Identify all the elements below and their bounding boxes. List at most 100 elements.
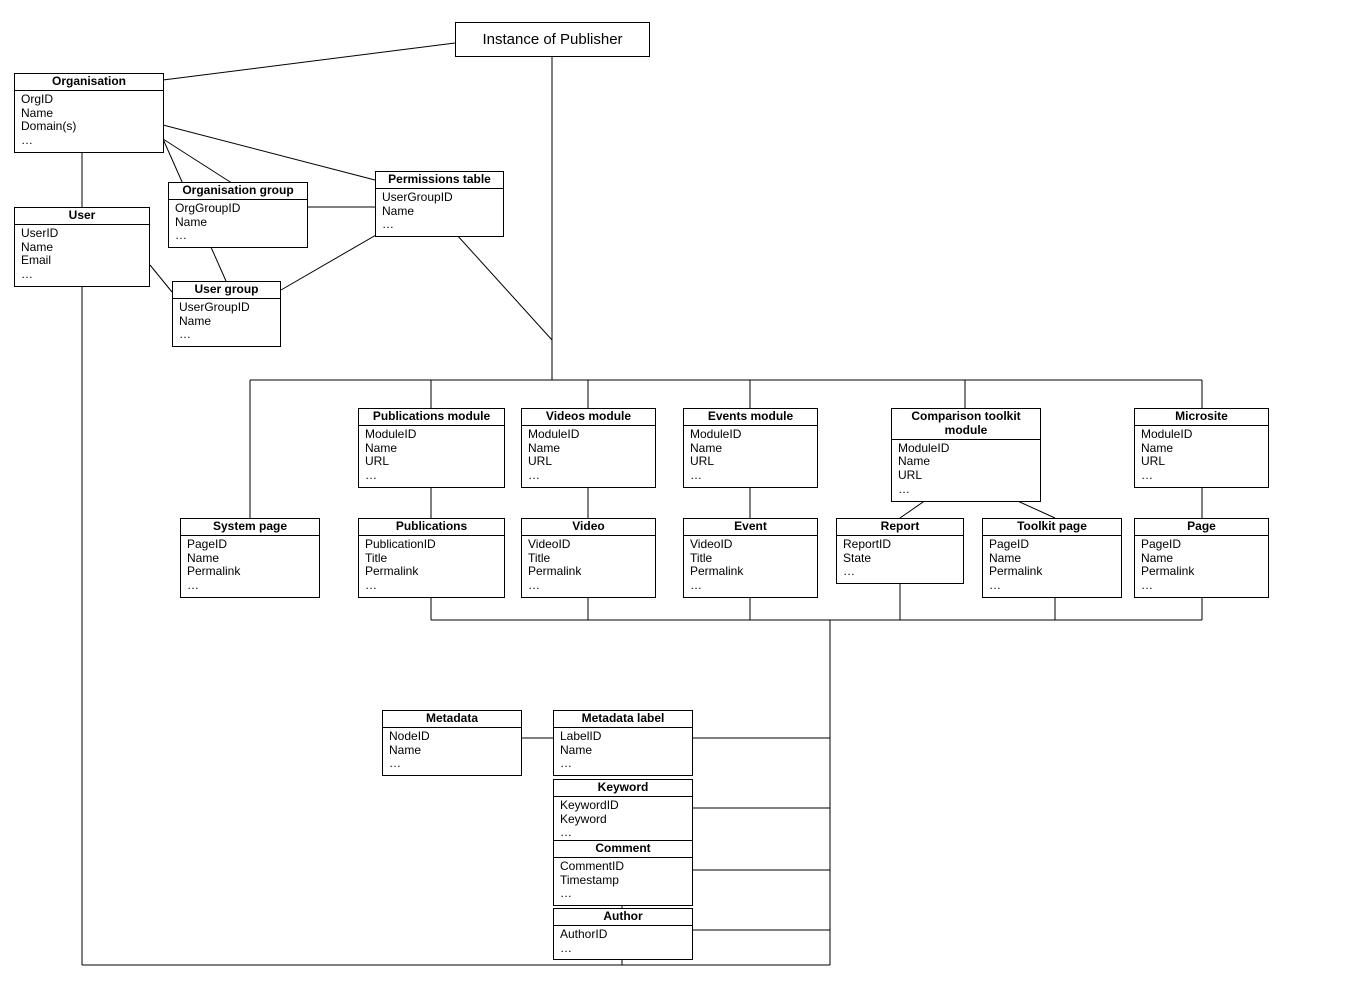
entity-title: Comment (554, 841, 692, 858)
entity-attr: Name (560, 744, 686, 758)
root-instance-box: Instance of Publisher (455, 22, 650, 57)
entity-metadata-label: Metadata label LabelID Name … (553, 710, 693, 776)
entity-attr: KeywordID (560, 799, 686, 813)
entity-attr: … (528, 469, 649, 483)
entity-attr: Permalink (187, 565, 313, 579)
entity-attr: Permalink (365, 565, 498, 579)
entity-attr: Name (21, 241, 143, 255)
entity-attr: … (21, 134, 157, 148)
entity-attr: Name (1141, 442, 1262, 456)
entity-attr: … (560, 942, 686, 956)
entity-attr: ModuleID (898, 442, 1034, 456)
entity-attr: Name (382, 205, 497, 219)
entity-attr: … (989, 579, 1115, 593)
entity-attr: Title (690, 552, 811, 566)
root-label: Instance of Publisher (482, 31, 622, 48)
entity-events-module: Events module ModuleID Name URL … (683, 408, 818, 488)
entity-attr: … (560, 757, 686, 771)
entity-page: Page PageID Name Permalink … (1134, 518, 1269, 598)
entity-attr: NodeID (389, 730, 515, 744)
entity-attr: Name (187, 552, 313, 566)
entity-attr: … (1141, 579, 1262, 593)
entity-attr: UserID (21, 227, 143, 241)
entity-attr: Domain(s) (21, 120, 157, 134)
entity-attr: … (365, 579, 498, 593)
entity-attr: Name (389, 744, 515, 758)
entity-title: User (15, 208, 149, 225)
entity-attr: … (690, 579, 811, 593)
entity-attr: PageID (187, 538, 313, 552)
entity-attr: LabelID (560, 730, 686, 744)
entity-attr: ModuleID (690, 428, 811, 442)
entity-attr: … (898, 483, 1034, 497)
entity-attr: URL (898, 469, 1034, 483)
entity-attr: Title (528, 552, 649, 566)
entity-attr: URL (365, 455, 498, 469)
entity-attr: Name (365, 442, 498, 456)
entity-attr: Keyword (560, 813, 686, 827)
entity-attr: Name (1141, 552, 1262, 566)
diagram-canvas: Instance of Publisher Organisation OrgID… (0, 0, 1356, 1008)
entity-attr: Title (365, 552, 498, 566)
entity-title: Comparison toolkit module (892, 409, 1040, 440)
entity-attr: … (389, 757, 515, 771)
entity-report: Report ReportID State … (836, 518, 964, 584)
entity-videos-module: Videos module ModuleID Name URL … (521, 408, 656, 488)
entity-attr: AuthorID (560, 928, 686, 942)
entity-attr: … (382, 218, 497, 232)
entity-attr: PageID (1141, 538, 1262, 552)
entity-title: Keyword (554, 780, 692, 797)
entity-attr: Timestamp (560, 874, 686, 888)
entity-attr: … (690, 469, 811, 483)
entity-attr: Name (179, 315, 274, 329)
entity-attr: ModuleID (1141, 428, 1262, 442)
entity-attr: … (528, 579, 649, 593)
entity-attr: Name (21, 107, 157, 121)
entity-title: Metadata label (554, 711, 692, 728)
entity-title: Video (522, 519, 655, 536)
entity-attr: … (560, 887, 686, 901)
entity-attr: … (187, 579, 313, 593)
entity-title: Videos module (522, 409, 655, 426)
entity-attr: VideoID (690, 538, 811, 552)
entity-attr: State (843, 552, 957, 566)
entity-system-page: System page PageID Name Permalink … (180, 518, 320, 598)
entity-title: Metadata (383, 711, 521, 728)
entity-title: Publications (359, 519, 504, 536)
entity-attr: URL (528, 455, 649, 469)
entity-title: System page (181, 519, 319, 536)
entity-attr: URL (1141, 455, 1262, 469)
entity-organisation-group: Organisation group OrgGroupID Name … (168, 182, 308, 248)
entity-attr: Name (690, 442, 811, 456)
entity-attr: … (560, 826, 686, 840)
entity-attr: Name (528, 442, 649, 456)
entity-attr: … (175, 229, 301, 243)
entity-attr: UserGroupID (382, 191, 497, 205)
entity-attr: CommentID (560, 860, 686, 874)
entity-title: Microsite (1135, 409, 1268, 426)
entity-attr: … (179, 328, 274, 342)
entity-attr: Name (898, 455, 1034, 469)
entity-attr: ModuleID (365, 428, 498, 442)
entity-attr: Email (21, 254, 143, 268)
entity-attr: Permalink (690, 565, 811, 579)
entity-user: User UserID Name Email … (14, 207, 150, 287)
entity-title: Page (1135, 519, 1268, 536)
entity-attr: UserGroupID (179, 301, 274, 315)
entity-attr: Permalink (989, 565, 1115, 579)
entity-comparison-toolkit-module: Comparison toolkit module ModuleID Name … (891, 408, 1041, 502)
entity-attr: PublicationID (365, 538, 498, 552)
entity-event: Event VideoID Title Permalink … (683, 518, 818, 598)
entity-attr: PageID (989, 538, 1115, 552)
entity-title: Author (554, 909, 692, 926)
entity-attr: … (21, 268, 143, 282)
entity-title: Toolkit page (983, 519, 1121, 536)
entity-attr: … (1141, 469, 1262, 483)
entity-attr: … (365, 469, 498, 483)
entity-attr: Permalink (1141, 565, 1262, 579)
entity-title: Events module (684, 409, 817, 426)
entity-attr: OrgID (21, 93, 157, 107)
entity-permissions-table: Permissions table UserGroupID Name … (375, 171, 504, 237)
entity-attr: ReportID (843, 538, 957, 552)
entity-comment: Comment CommentID Timestamp … (553, 840, 693, 906)
